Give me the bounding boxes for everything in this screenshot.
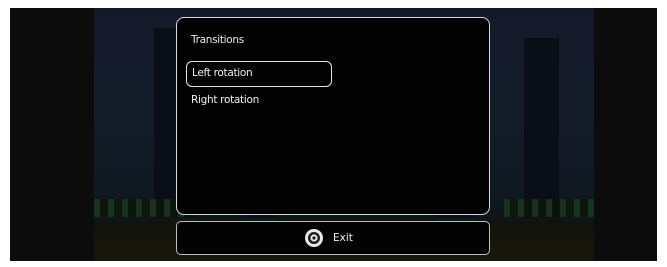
- menu-item-right-rotation[interactable]: Right rotation: [186, 87, 332, 113]
- tv-screen: Transitions Left rotation Right rotation…: [10, 8, 657, 261]
- footer-bar: Exit: [176, 221, 490, 255]
- remote-button-icon: [305, 229, 323, 247]
- transitions-menu-panel: Transitions Left rotation Right rotation: [176, 17, 490, 215]
- menu-item-left-rotation[interactable]: Left rotation: [186, 61, 332, 87]
- menu-item-label: Left rotation: [192, 67, 253, 79]
- exit-button[interactable]: Exit: [305, 227, 353, 249]
- menu-title: Transitions: [191, 34, 244, 46]
- exit-label: Exit: [333, 232, 353, 244]
- menu-item-label: Right rotation: [191, 94, 259, 106]
